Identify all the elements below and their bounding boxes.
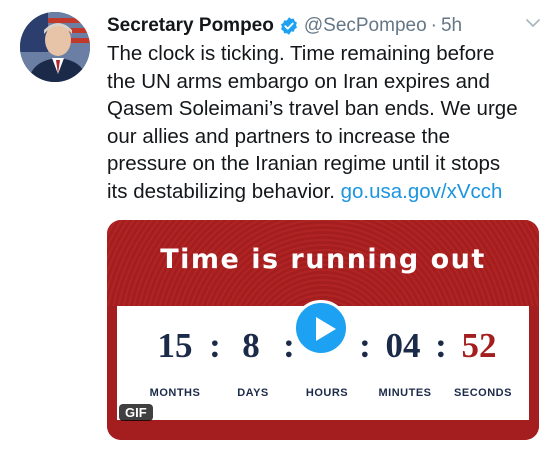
- tweet-link[interactable]: go.usa.gov/xVcch: [341, 180, 503, 203]
- countdown-separator: :: [209, 326, 221, 365]
- tweet-text-line: pressure on the Iranian regime until it …: [107, 152, 501, 175]
- countdown-separator: :: [435, 326, 447, 365]
- label-months: MONTHS: [149, 387, 201, 399]
- gif-badge: GIF: [119, 404, 153, 421]
- tweet-text-line: the UN arms embargo on Iran expires and: [107, 69, 490, 93]
- tweet-text-line: our allies and partners to increase the: [107, 124, 451, 148]
- label-minutes: MINUTES: [378, 387, 432, 399]
- tweet-text-line: its destabilizing behavior.: [107, 179, 341, 203]
- tweet-text-line: Qasem Soleimani’s travel ban ends. We ur…: [107, 97, 518, 120]
- banner-title: Time is running out: [160, 244, 486, 275]
- gif-media[interactable]: Time is running out 15 : 8 : : 04 : 52 M…: [107, 220, 539, 440]
- chevron-down-icon[interactable]: [525, 15, 541, 31]
- verified-badge-icon: [279, 16, 299, 36]
- countdown-months: 15: [157, 326, 193, 365]
- countdown-labels: MONTHS DAYS HOURS MINUTES SECONDS: [117, 387, 529, 403]
- banner-footer: [107, 420, 539, 440]
- countdown-days: 8: [242, 326, 260, 365]
- countdown-seconds: 52: [461, 326, 497, 365]
- author-name[interactable]: Secretary Pompeo: [107, 15, 274, 37]
- tweet-header: Secretary Pompeo @SecPompeo · 5h: [107, 12, 547, 40]
- play-icon[interactable]: [293, 300, 349, 356]
- tweet-timestamp[interactable]: 5h: [441, 15, 462, 37]
- time-separator: ·: [430, 15, 437, 36]
- countdown-separator: :: [359, 326, 371, 365]
- countdown-minutes: 04: [385, 326, 421, 365]
- avatar-image: [20, 12, 90, 82]
- label-hours: HOURS: [305, 387, 349, 399]
- label-days: DAYS: [237, 387, 269, 399]
- author-handle[interactable]: @SecPompeo: [304, 15, 427, 37]
- tweet-text-line: The clock is ticking. Time remaining bef…: [107, 42, 495, 65]
- tweet-text-last-line: its destabilizing behavior. go.usa.gov/x…: [107, 178, 547, 206]
- avatar[interactable]: [20, 12, 90, 82]
- label-seconds: SECONDS: [454, 387, 512, 399]
- tweet-text: The clock is ticking. Time remaining bef…: [107, 40, 547, 205]
